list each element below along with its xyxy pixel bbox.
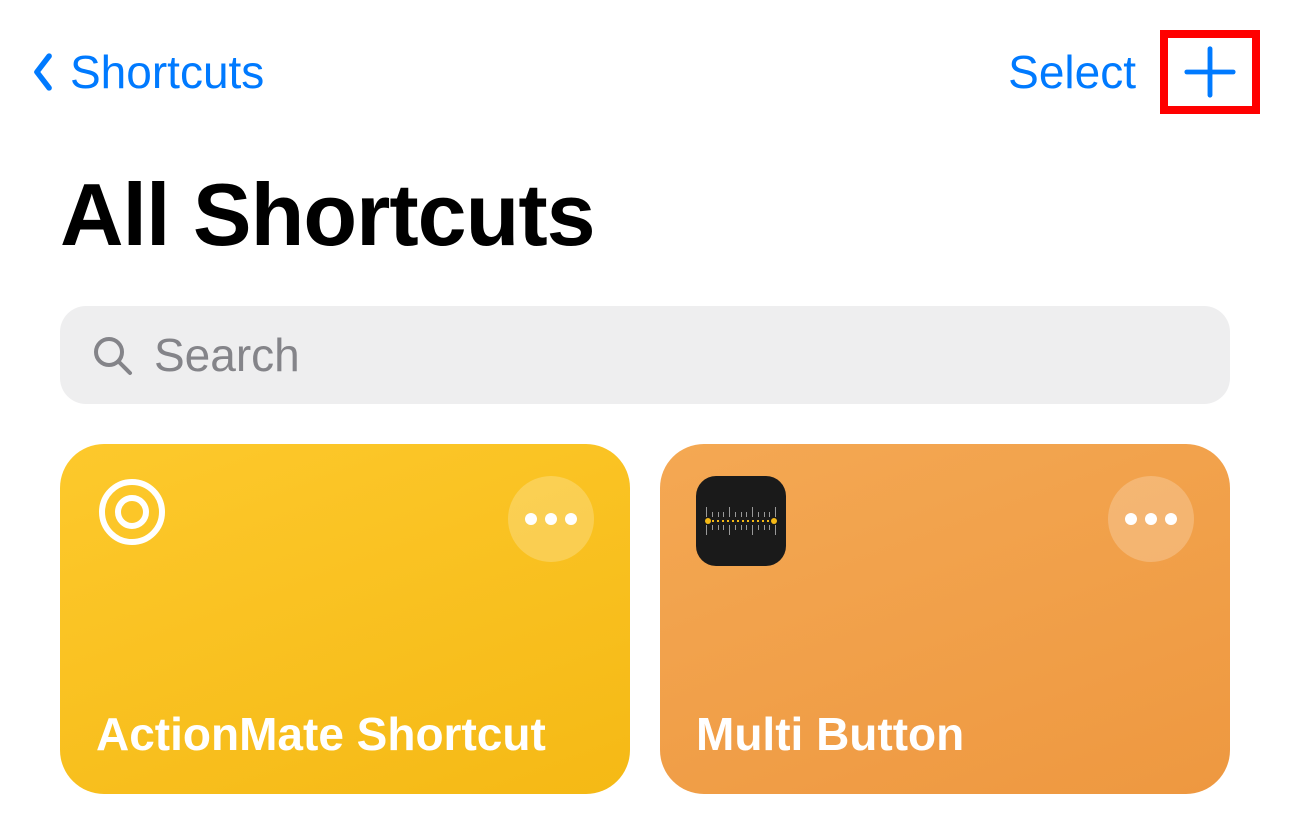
ellipsis-dot: [545, 513, 557, 525]
shortcuts-grid: ActionMate Shortcut: [0, 444, 1290, 794]
search-input[interactable]: [154, 328, 1200, 382]
ellipsis-dot: [1145, 513, 1157, 525]
add-button[interactable]: [1182, 44, 1238, 100]
target-icon: [96, 476, 168, 548]
chevron-left-icon: [30, 50, 56, 94]
shortcut-card-multibutton[interactable]: Multi Button: [660, 444, 1230, 794]
ellipsis-dot: [565, 513, 577, 525]
shortcut-card-actionmate[interactable]: ActionMate Shortcut: [60, 444, 630, 794]
search-field[interactable]: [60, 306, 1230, 404]
ellipsis-dot: [1165, 513, 1177, 525]
more-button[interactable]: [1108, 476, 1194, 562]
search-icon: [90, 333, 134, 377]
shortcut-title: ActionMate Shortcut: [96, 707, 594, 762]
plus-icon: [1182, 44, 1238, 100]
page-title: All Shortcuts: [0, 134, 1290, 296]
more-button[interactable]: [508, 476, 594, 562]
navigation-bar: Shortcuts Select: [0, 0, 1290, 134]
ellipsis-dot: [1125, 513, 1137, 525]
select-button[interactable]: Select: [1008, 45, 1136, 99]
shortcut-title: Multi Button: [696, 707, 1194, 762]
back-button[interactable]: Shortcuts: [30, 45, 264, 99]
measure-app-icon: [696, 476, 786, 566]
nav-right-group: Select: [1008, 30, 1260, 114]
back-label: Shortcuts: [70, 45, 264, 99]
ellipsis-dot: [525, 513, 537, 525]
add-button-highlight: [1160, 30, 1260, 114]
